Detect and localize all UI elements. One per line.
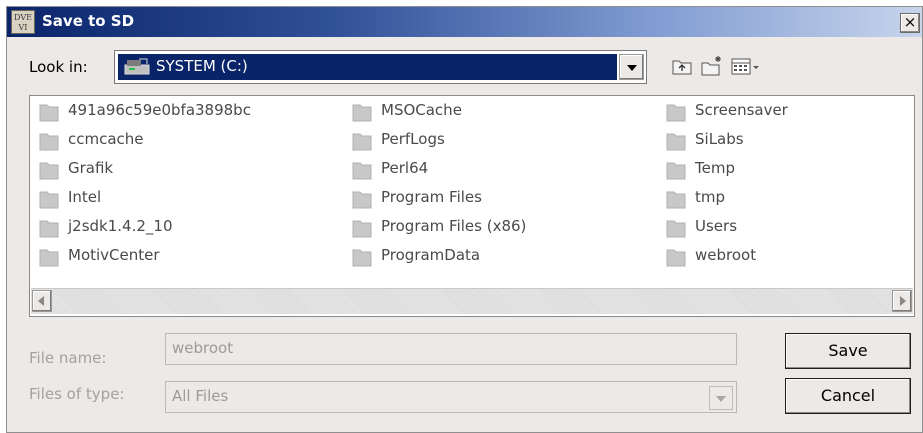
file-name-input[interactable]: webroot [165,333,737,365]
file-name-label: File name: [29,349,107,367]
chevron-down-icon [716,396,726,402]
folder-icon [39,191,59,209]
folder-icon [39,133,59,151]
list-item-label: SiLabs [695,130,744,148]
list-item-label: webroot [695,246,757,264]
file-type-label: Files of type: [29,385,125,403]
folder-icon [666,191,686,209]
file-list[interactable]: 491a96c59e0bfa3898bc ccmcache Grafik Intel j… [29,95,915,317]
folder-icon [666,249,686,267]
drive-icon [124,58,150,75]
file-type-select[interactable]: All Files [165,381,737,413]
look-in-selected[interactable]: SYSTEM (C:) [118,54,617,80]
cancel-button[interactable]: Cancel [785,378,911,414]
folder-icon [666,104,686,122]
window-title: Save to SD [42,12,135,30]
list-item-label: Screensaver [695,101,788,119]
list-item-label: Temp [695,159,735,177]
look-in-dropdown[interactable]: SYSTEM (C:) [114,50,647,84]
app-icon: DVE VI [11,10,35,34]
close-button[interactable]: × [900,13,920,33]
file-name-value: webroot [172,339,234,357]
list-item-label: Program Files [381,188,482,206]
folder-icon [352,104,372,122]
folder-icon [352,162,372,180]
list-item-label: Users [695,217,738,235]
view-menu-icon[interactable] [729,53,763,79]
folder-icon [352,249,372,267]
up-folder-icon[interactable] [669,53,695,79]
list-item-label: 491a96c59e0bfa3898bc [68,101,251,119]
save-dialog: DVEVI Save to SD × Look in: SYSTEM (C:) [6,6,923,433]
folder-icon [39,249,59,267]
chevron-down-icon [627,65,637,71]
list-item-label: PerfLogs [381,130,445,148]
folder-icon [39,162,59,180]
close-icon: × [903,13,917,31]
scroll-right-icon [900,296,906,306]
list-item-label: Program Files (x86) [381,217,527,235]
list-item-label: Grafik [68,159,114,177]
folder-icon [39,104,59,122]
title-bar[interactable]: DVE VI Save to SD × [7,7,922,37]
list-item-label: MSOCache [381,101,462,119]
list-item-label: ccmcache [68,130,144,148]
folder-icon [352,220,372,238]
look-in-value: SYSTEM (C:) [156,57,248,75]
file-type-dropdown-button[interactable] [709,386,733,410]
folder-icon [666,133,686,151]
horizontal-scrollbar[interactable] [31,288,913,314]
look-in-label: Look in: [29,58,88,76]
folder-icon [352,133,372,151]
save-button[interactable]: Save [785,333,911,369]
look-in-dropdown-button[interactable] [619,54,644,80]
folder-icon [666,162,686,180]
list-item-label: Perl64 [381,159,429,177]
file-type-value: All Files [172,387,229,405]
list-item-label: tmp [695,188,726,206]
scroll-right-button[interactable] [892,290,912,312]
folder-icon [39,220,59,238]
new-folder-icon[interactable] [699,53,725,79]
list-item-label: Intel [68,188,102,206]
list-item-label: MotivCenter [68,246,160,264]
folder-icon [666,220,686,238]
scroll-left-icon [38,296,44,306]
list-item-label: ProgramData [381,246,481,264]
folder-icon [352,191,372,209]
list-item-label: j2sdk1.4.2_10 [68,217,173,235]
scroll-left-button[interactable] [32,290,52,312]
